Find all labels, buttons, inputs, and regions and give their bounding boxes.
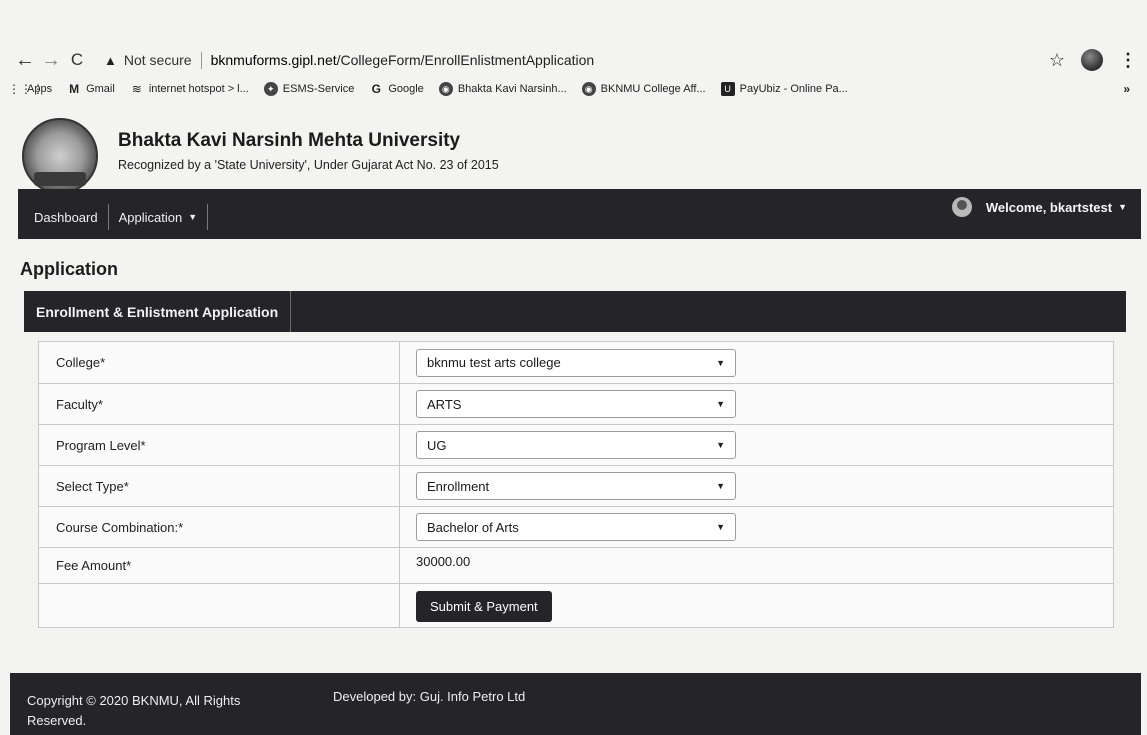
empty-label-cell xyxy=(38,583,400,628)
field-label: Faculty* xyxy=(38,383,400,425)
field-value-cell: UG ▼ xyxy=(399,424,1114,466)
forward-arrow-icon[interactable]: → xyxy=(38,49,64,72)
university-subtitle: Recognized by a 'State University', Unde… xyxy=(118,158,499,172)
dropdown-arrow-icon: ▼ xyxy=(716,481,725,491)
form-row-submit: Submit & Payment xyxy=(38,583,1114,628)
bookmark-label: BKNMU College Aff... xyxy=(600,83,706,95)
form-row-college: College* bknmu test arts college ▼ xyxy=(38,341,1114,384)
field-label: Course Combination:* xyxy=(38,506,400,548)
bookmark-payubiz[interactable]: U PayUbiz - Online Pa... xyxy=(720,82,848,96)
bookmark-label: Bhakta Kavi Narsinh... xyxy=(457,83,567,95)
toolbar-right-icons: ☆ ⋮ xyxy=(1049,44,1137,76)
warning-triangle-icon: ▲ xyxy=(104,52,117,68)
caret-down-icon: ▼ xyxy=(1118,202,1127,212)
faculty-select[interactable]: ARTS ▼ xyxy=(416,390,736,418)
user-menu[interactable]: Welcome, bkartstest ▼ xyxy=(951,197,1127,217)
address-bar[interactable]: ▲ Not secure bknmuforms.gipl.net/College… xyxy=(104,46,594,74)
bookmarks-bar: ⋮⋮⋮ Apps M Gmail ≋ internet hotspot > l... … xyxy=(8,78,1140,100)
bookmark-label: ESMS-Service xyxy=(282,83,355,95)
bookmark-apps[interactable]: ⋮⋮⋮ Apps xyxy=(8,82,52,96)
field-value-cell: Bachelor of Arts ▼ xyxy=(399,506,1114,548)
bookmark-google[interactable]: G Google xyxy=(369,82,424,96)
bookmark-label: PayUbiz - Online Pa... xyxy=(739,83,848,95)
panel-header: Enrollment & Enlistment Application xyxy=(24,291,1126,332)
field-value-cell: 30000.00 xyxy=(399,547,1114,584)
wifi-icon: ≋ xyxy=(131,82,142,96)
form-row-faculty: Faculty* ARTS ▼ xyxy=(38,383,1114,425)
fee-amount-value: 30000.00 xyxy=(416,554,471,569)
main-navbar: Dashboard Application ▼ Welcome, bkartst… xyxy=(18,189,1141,239)
college-select[interactable]: bknmu test arts college ▼ xyxy=(416,348,736,377)
site-icon: ◉ xyxy=(438,82,453,96)
bookmark-bhakta-kavi[interactable]: ◉ Bhakta Kavi Narsinh... xyxy=(438,82,567,96)
field-label: Fee Amount* xyxy=(38,547,400,584)
page-footer: Copyright © 2020 BKNMU, All Rights Reser… xyxy=(10,673,1141,735)
select-type-select[interactable]: Enrollment ▼ xyxy=(416,472,736,500)
kebab-menu-icon[interactable]: ⋮ xyxy=(1119,50,1137,71)
select-value: ARTS xyxy=(427,396,462,412)
back-arrow-icon[interactable]: ← xyxy=(12,49,38,72)
submit-cell: Submit & Payment xyxy=(399,583,1114,628)
form-row-course-combination: Course Combination:* Bachelor of Arts ▼ xyxy=(38,506,1114,548)
apps-grid-icon: ⋮⋮⋮ xyxy=(8,82,44,96)
omnibox-divider xyxy=(200,51,202,69)
select-value: Bachelor of Arts xyxy=(427,519,519,535)
field-value-cell: Enrollment ▼ xyxy=(399,465,1114,507)
program-level-select[interactable]: UG ▼ xyxy=(416,431,736,459)
form-row-select-type: Select Type* Enrollment ▼ xyxy=(38,465,1114,507)
field-value-cell: bknmu test arts college ▼ xyxy=(399,341,1114,384)
bookmark-star-icon[interactable]: ☆ xyxy=(1049,50,1065,71)
bookmark-label: Google xyxy=(388,83,424,95)
dropdown-arrow-icon: ▼ xyxy=(716,440,725,450)
caret-down-icon: ▼ xyxy=(188,212,198,222)
nav-application-dropdown[interactable]: Application ▼ xyxy=(109,202,208,232)
dropdown-arrow-icon: ▼ xyxy=(716,399,725,409)
field-label: College* xyxy=(38,341,400,384)
application-form: College* bknmu test arts college ▼ Facul… xyxy=(38,341,1114,628)
footer-developer: Developed by: Guj. Info Petro Ltd xyxy=(333,689,526,704)
nav-dashboard[interactable]: Dashboard xyxy=(24,202,108,232)
university-seal-logo xyxy=(22,118,98,194)
bookmark-gmail[interactable]: M Gmail xyxy=(67,82,115,96)
select-value: UG xyxy=(427,437,447,453)
bookmark-label: internet hotspot > l... xyxy=(148,83,249,95)
gmail-icon: M xyxy=(69,82,80,96)
university-name: Bhakta Kavi Narsinh Mehta University xyxy=(118,130,461,151)
more-bookmarks-icon[interactable]: » xyxy=(1123,82,1130,96)
nav-divider xyxy=(207,204,209,230)
url-path: /CollegeForm/EnrollEnlistmentApplication xyxy=(336,52,595,68)
browser-toolbar: ← → C ▲ Not secure bknmuforms.gipl.net/C… xyxy=(0,44,1147,76)
dropdown-arrow-icon: ▼ xyxy=(716,357,725,368)
security-label: Not secure xyxy=(123,52,192,68)
select-value: bknmu test arts college xyxy=(427,355,561,370)
url-host: bknmuforms.gipl.net xyxy=(210,52,337,68)
bookmark-bknmu-college[interactable]: ◉ BKNMU College Aff... xyxy=(581,82,706,96)
form-row-fee-amount: Fee Amount* 30000.00 xyxy=(38,547,1114,584)
dropdown-arrow-icon: ▼ xyxy=(716,522,725,532)
welcome-text: Welcome, bkartstest xyxy=(985,199,1113,215)
bookmark-esms-service[interactable]: ✦ ESMS-Service xyxy=(263,82,355,96)
url-text[interactable]: bknmuforms.gipl.net/CollegeForm/EnrollEn… xyxy=(211,52,595,68)
panel-title: Enrollment & Enlistment Application xyxy=(36,291,292,332)
field-label: Program Level* xyxy=(38,424,400,466)
user-avatar-icon xyxy=(951,197,972,217)
bookmark-label: Apps xyxy=(27,83,53,95)
site-icon: ◉ xyxy=(581,82,596,96)
profile-avatar-icon[interactable] xyxy=(1081,49,1103,71)
google-icon: G xyxy=(371,82,381,96)
page-title: Application xyxy=(20,259,118,279)
bookmark-internet-hotspot[interactable]: ≋ internet hotspot > l... xyxy=(130,82,249,96)
reload-icon[interactable]: C xyxy=(64,50,90,70)
footer-copyright: Copyright © 2020 BKNMU, All Rights Reser… xyxy=(27,693,241,728)
payubiz-icon: U xyxy=(720,82,735,96)
field-value-cell: ARTS ▼ xyxy=(399,383,1114,425)
submit-payment-button[interactable]: Submit & Payment xyxy=(416,591,552,622)
course-combination-select[interactable]: Bachelor of Arts ▼ xyxy=(416,513,736,541)
bookmark-label: Gmail xyxy=(86,83,115,95)
esms-icon: ✦ xyxy=(263,82,278,96)
form-row-program-level: Program Level* UG ▼ xyxy=(38,424,1114,466)
select-value: Enrollment xyxy=(427,478,490,494)
nav-application-label: Application xyxy=(118,209,183,225)
field-label: Select Type* xyxy=(38,465,400,507)
